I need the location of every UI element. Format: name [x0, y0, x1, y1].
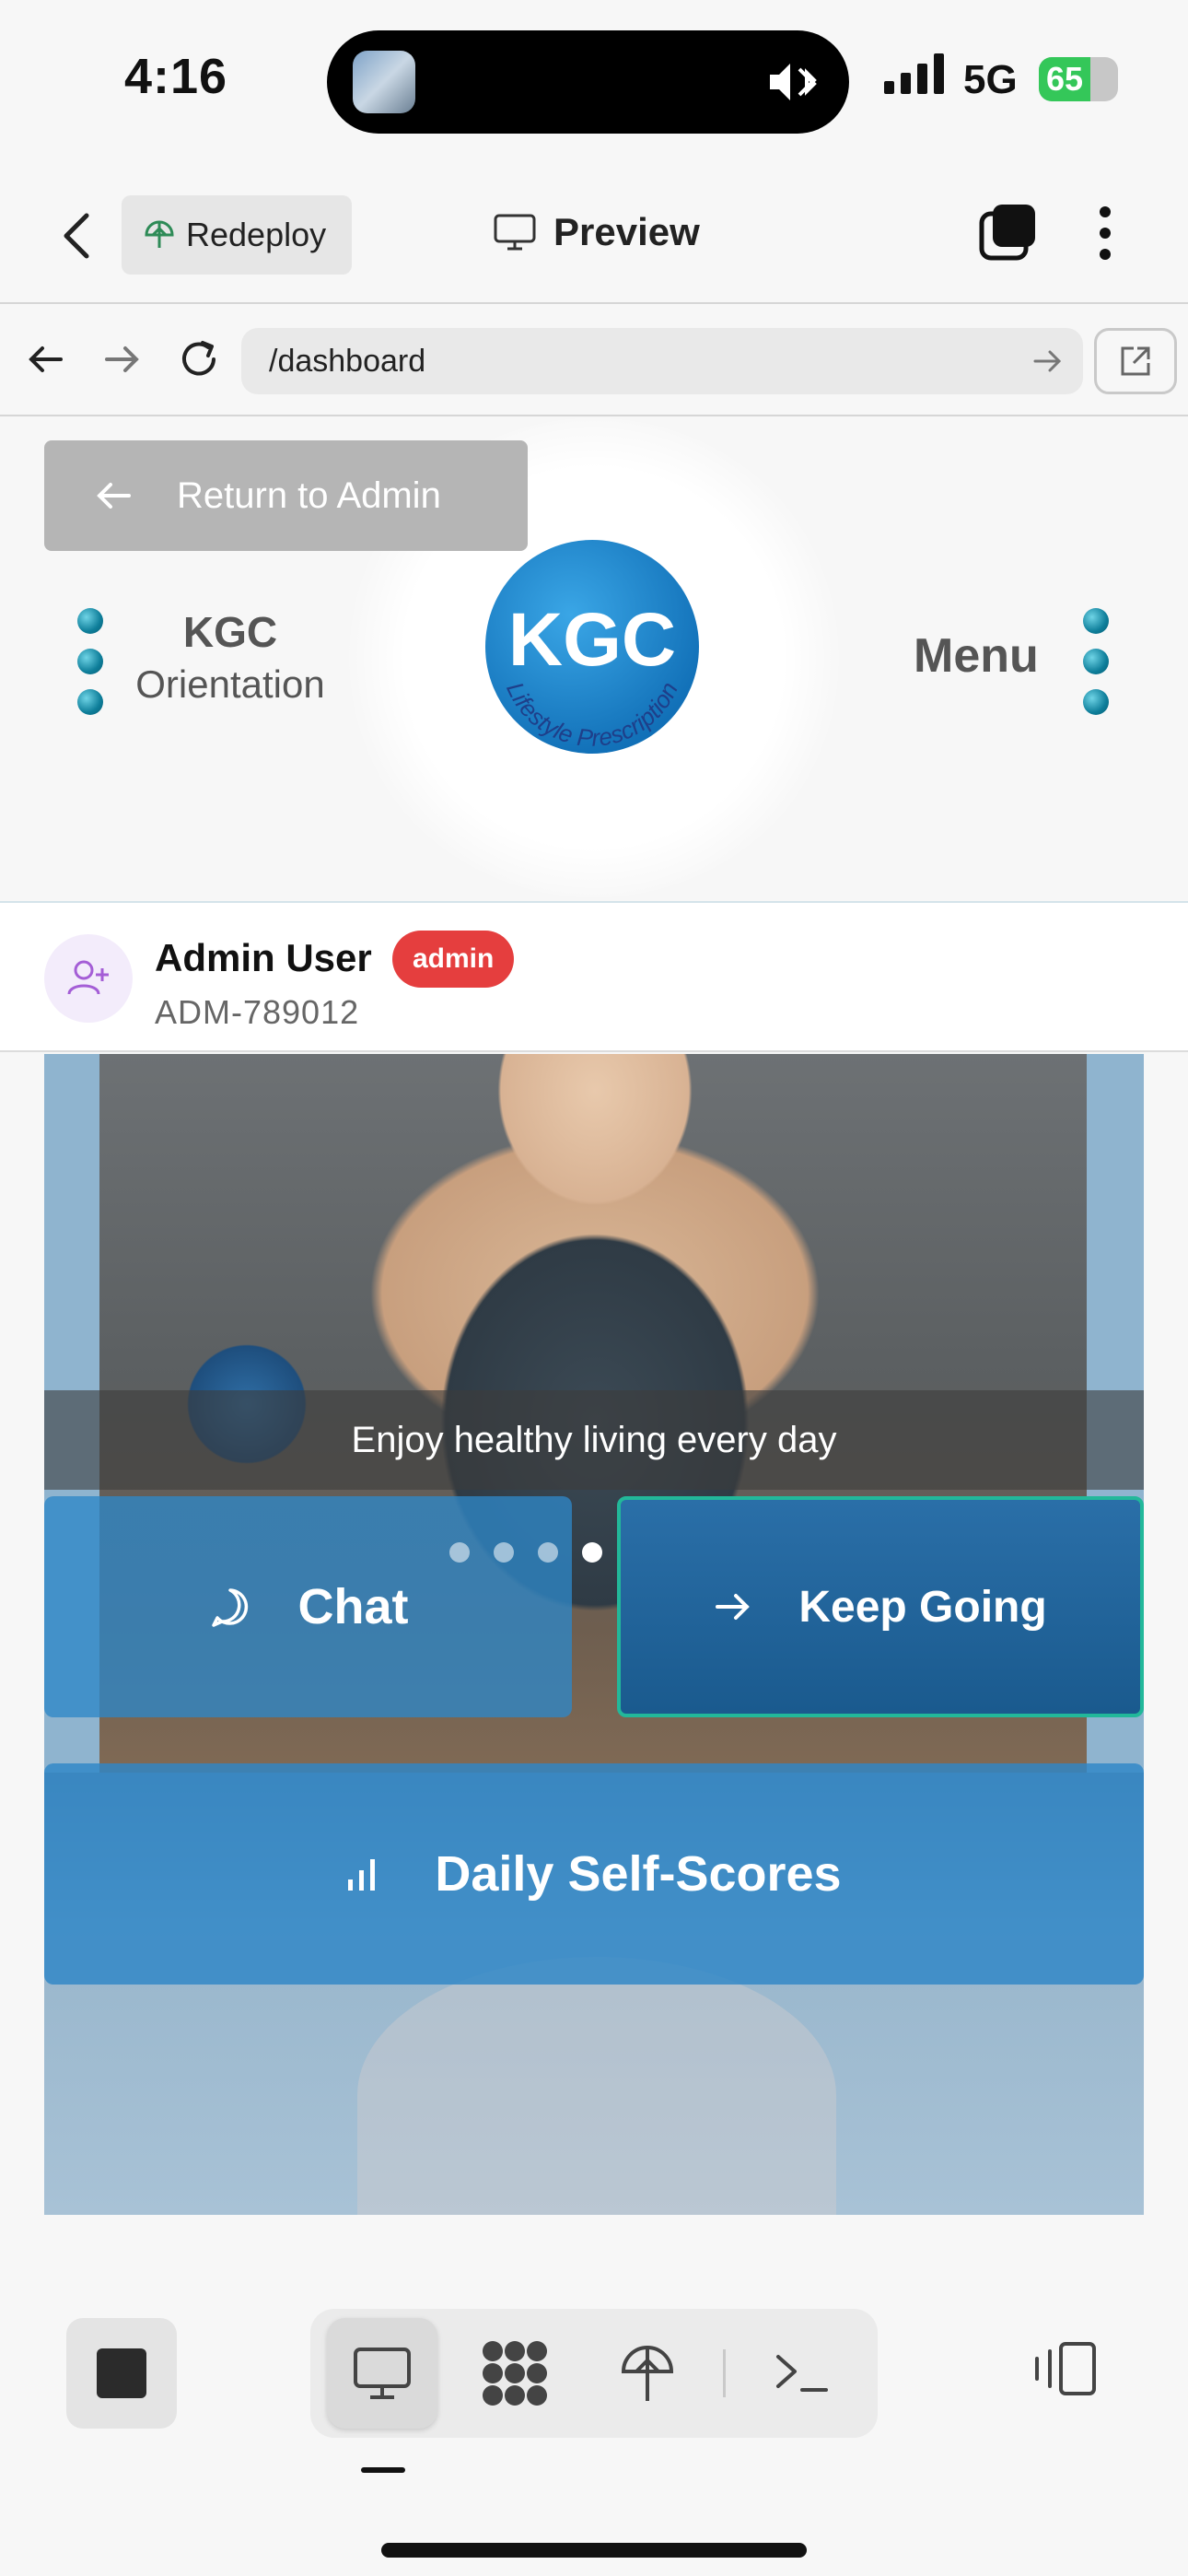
open-external-button[interactable]: [1094, 328, 1177, 394]
role-badge: admin: [392, 931, 515, 988]
brand-title: KGC: [182, 608, 278, 656]
status-bar: 4:16 5G 65: [0, 0, 1188, 166]
app-toolbar: Redeploy Preview: [0, 166, 1188, 304]
left-dots-icon[interactable]: [77, 608, 103, 715]
user-name: Admin User: [155, 936, 372, 979]
hero-figure: [357, 1957, 836, 2215]
redeploy-label: Redeploy: [186, 216, 327, 253]
kgc-logo: KGC Lifestyle Prescription: [485, 540, 699, 754]
stop-icon: [97, 2348, 146, 2398]
carousel-dot[interactable]: [582, 1542, 602, 1563]
tab-workflow[interactable]: [460, 2318, 570, 2429]
return-label: Return to Admin: [177, 474, 441, 516]
view-switcher: [310, 2309, 878, 2438]
slide-caption: Enjoy healthy living every day: [44, 1390, 1144, 1490]
tab-console[interactable]: [747, 2318, 857, 2429]
home-indicator: [381, 2543, 807, 2558]
redeploy-button[interactable]: Redeploy: [122, 195, 353, 275]
monitor-icon: [354, 2348, 411, 2399]
chevron-left-icon[interactable]: [55, 210, 101, 262]
url-text: /dashboard: [269, 344, 426, 379]
now-playing-thumbnail: [353, 51, 415, 113]
segment-divider: [723, 2349, 726, 2397]
logo-text: KGC: [508, 598, 676, 682]
terminal-icon: [776, 2355, 828, 2392]
bluetooth-audio-icon: [770, 64, 817, 100]
arrow-right-icon[interactable]: [101, 339, 142, 380]
tab-deploy[interactable]: [592, 2318, 703, 2429]
preview-label: Preview: [553, 210, 700, 253]
chat-bubble-icon: [211, 1588, 248, 1627]
user-plus-icon: [67, 960, 109, 995]
daily-self-scores-button[interactable]: Daily Self-Scores: [44, 1763, 1144, 1985]
web-content: Return to Admin KGC Orientation KGC Life…: [0, 418, 1188, 2261]
monitor-icon: [494, 214, 536, 251]
dynamic-island: [327, 30, 849, 134]
keep-going-label: Keep Going: [798, 1582, 1047, 1632]
bar-chart-icon: [348, 1859, 376, 1891]
hero-carousel[interactable]: Enjoy healthy living every day Chat Keep…: [44, 1054, 1144, 2215]
chat-label: Chat: [297, 1579, 409, 1634]
reload-icon[interactable]: [175, 335, 223, 383]
status-time: 4:16: [124, 49, 228, 104]
daily-scores-label: Daily Self-Scores: [435, 1846, 842, 1902]
network-type: 5G: [963, 57, 1018, 102]
kebab-icon[interactable]: [1091, 205, 1119, 262]
tabs-icon[interactable]: [978, 203, 1037, 262]
panel-toggle-icon[interactable]: [1030, 2340, 1100, 2397]
arrow-right-icon: [716, 1594, 751, 1620]
right-dots-icon[interactable]: [1083, 608, 1109, 715]
nodes-icon: [483, 2341, 547, 2406]
arrow-left-icon: [97, 483, 131, 509]
preview-tab[interactable]: Preview: [493, 210, 700, 254]
url-field[interactable]: /dashboard: [241, 328, 1083, 394]
user-info-row: Admin User admin ADM-789012: [0, 901, 1188, 1052]
umbrella-icon: [621, 2346, 674, 2401]
keep-going-button[interactable]: Keep Going: [617, 1496, 1144, 1717]
arrow-left-icon[interactable]: [26, 339, 66, 380]
chat-button[interactable]: Chat: [44, 1496, 572, 1717]
brand-subtitle: Orientation: [135, 662, 325, 706]
bottom-toolbar: [0, 2261, 1188, 2576]
orientation-link[interactable]: KGC Orientation: [129, 607, 332, 707]
battery-level: 65: [1046, 60, 1084, 98]
cellular-signal-icon: [884, 53, 944, 94]
carousel-dot[interactable]: [449, 1542, 470, 1563]
browser-nav-bar: /dashboard: [0, 304, 1188, 416]
active-tab-indicator: [361, 2467, 405, 2473]
tab-preview[interactable]: [327, 2318, 437, 2429]
external-link-icon: [1121, 346, 1150, 376]
menu-button[interactable]: Menu: [914, 628, 1039, 684]
avatar: [44, 934, 133, 1023]
return-to-admin-button[interactable]: Return to Admin: [44, 440, 528, 551]
battery-indicator: 65: [1039, 57, 1118, 101]
carousel-dot[interactable]: [538, 1542, 558, 1563]
user-id: ADM-789012: [155, 993, 360, 1031]
carousel-indicators[interactable]: [449, 1542, 602, 1563]
stop-button[interactable]: [66, 2318, 177, 2429]
umbrella-icon: [145, 220, 174, 248]
go-arrow-icon[interactable]: [1031, 345, 1065, 378]
carousel-dot[interactable]: [494, 1542, 514, 1563]
